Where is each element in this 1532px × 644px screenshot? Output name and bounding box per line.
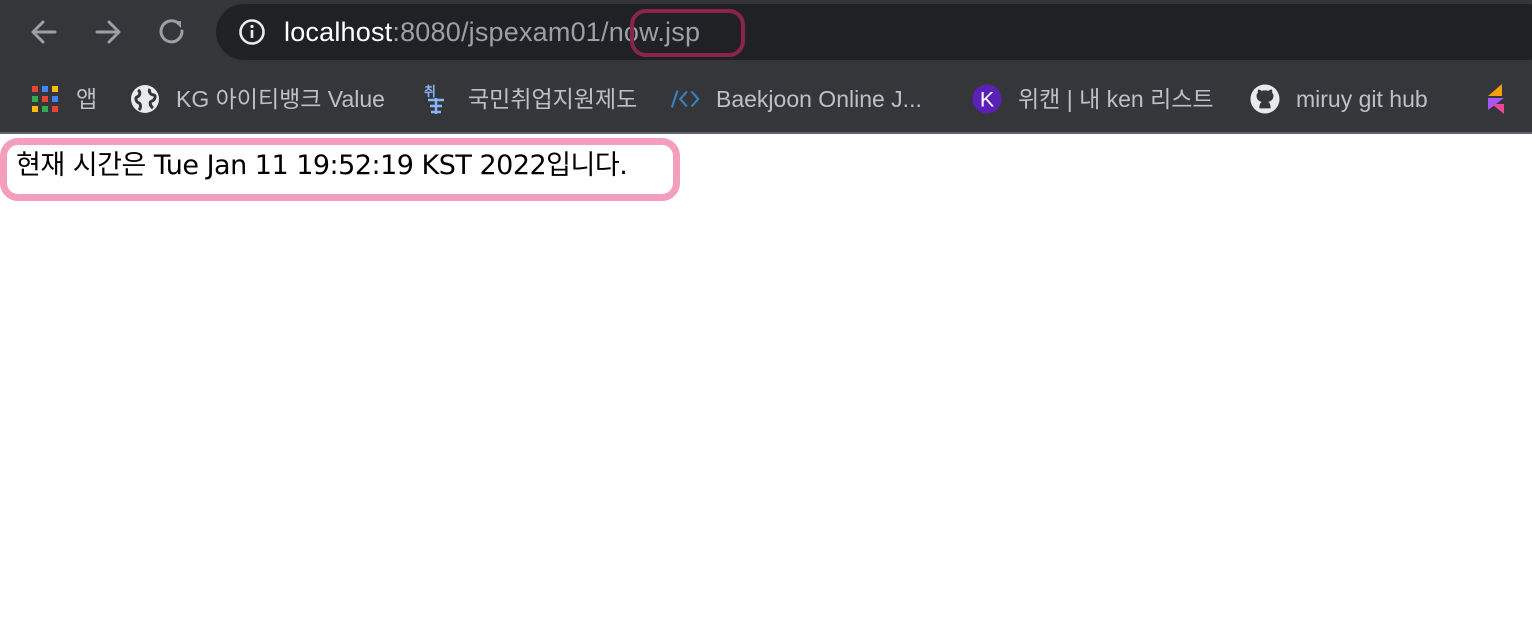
bookmark-logo-icon <box>1482 84 1512 114</box>
page-content: 현재 시간은 Tue Jan 11 19:52:19 KST 2022입니다. <box>0 134 1532 644</box>
address-bar[interactable]: localhost:8080/jspexam01/now.jsp <box>216 4 1532 60</box>
forward-button[interactable] <box>90 14 126 50</box>
github-icon <box>1250 84 1280 114</box>
bookmark-weken[interactable]: K 위캔 | 내 ken 리스트 <box>972 82 1214 116</box>
bookmark-truncated[interactable] <box>1482 82 1528 116</box>
url-annotation-highlight <box>630 9 745 57</box>
bookmark-github[interactable]: miruy git hub <box>1250 82 1428 116</box>
back-button[interactable] <box>26 14 62 50</box>
globe-icon <box>130 84 160 114</box>
bookmark-kg-itbank[interactable]: KG 아이티뱅크 Value <box>130 82 385 116</box>
reload-icon <box>159 19 184 44</box>
bookmark-label: 앱 <box>76 86 98 112</box>
forward-arrow-icon <box>95 20 121 44</box>
url-path: :8080/jspexam01/ <box>392 17 609 47</box>
code-brackets-icon <box>670 84 700 114</box>
bookmark-label: 위캔 | 내 ken 리스트 <box>1018 86 1214 112</box>
url-host: localhost <box>284 17 393 47</box>
svg-text:K: K <box>980 87 995 112</box>
browser-chrome: localhost:8080/jspexam01/now.jsp 앱 KG 아이… <box>0 0 1532 133</box>
bookmark-label: 국민취업지원제도 <box>468 86 638 112</box>
back-arrow-icon <box>31 20 57 44</box>
bookmark-baekjoon[interactable]: Baekjoon Online J... <box>670 82 922 116</box>
bookmark-national-employment[interactable]: 취 국민취업지원제도 <box>422 82 637 116</box>
browser-toolbar: localhost:8080/jspexam01/now.jsp <box>0 0 1532 66</box>
current-time-message: 현재 시간은 Tue Jan 11 19:52:19 KST 2022입니다. <box>16 150 628 181</box>
apps-grid-icon <box>30 84 60 114</box>
info-icon[interactable] <box>238 18 266 46</box>
bookmark-apps[interactable]: 앱 <box>30 82 97 116</box>
site-logo-icon: 취 <box>422 84 452 114</box>
bookmark-label: miruy git hub <box>1296 86 1428 112</box>
bookmark-label: Baekjoon Online J... <box>716 86 922 112</box>
bookmark-label: KG 아이티뱅크 Value <box>176 86 385 112</box>
k-circle-icon: K <box>972 84 1002 114</box>
reload-button[interactable] <box>154 14 190 50</box>
svg-text:취: 취 <box>424 84 436 100</box>
bookmarks-bar: 앱 KG 아이티뱅크 Value 취 국민취업지원제도 Baekjoon Onl… <box>0 66 1532 132</box>
